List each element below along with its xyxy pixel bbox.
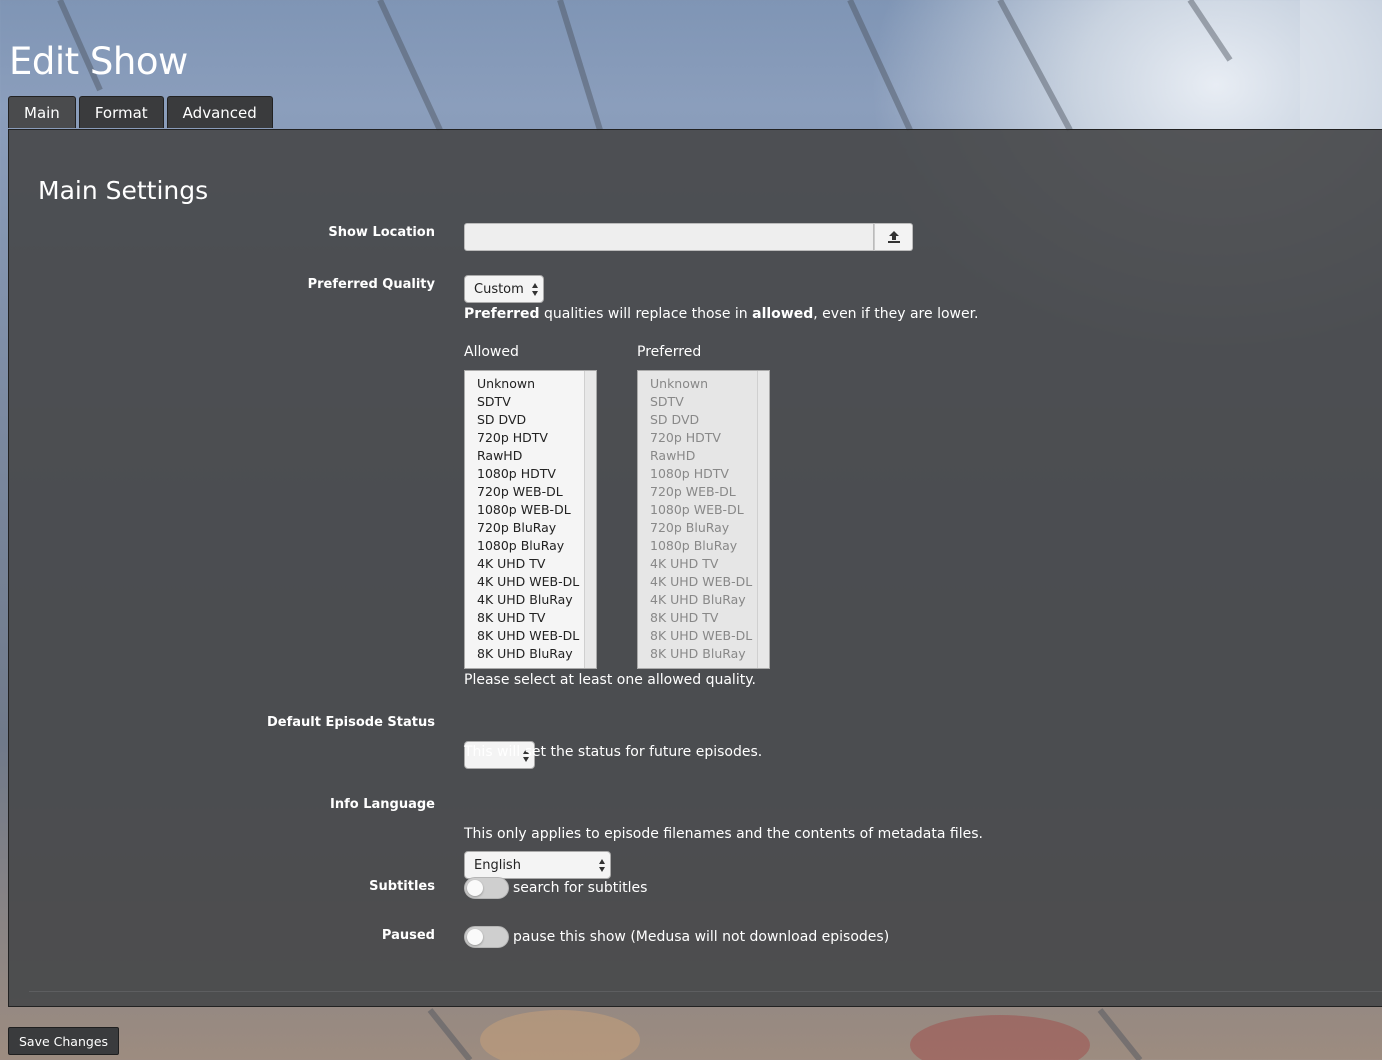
save-changes-button[interactable]: Save Changes xyxy=(8,1027,120,1055)
help-text-end: , even if they are lower. xyxy=(813,306,979,322)
upload-icon xyxy=(887,231,900,243)
tab-format[interactable]: Format xyxy=(78,96,164,128)
info-language-label: Info Language xyxy=(330,797,435,812)
help-text-mid: qualities will replace those in xyxy=(539,306,753,322)
help-bold-allowed: allowed xyxy=(752,306,814,322)
info-language-value: English xyxy=(474,857,521,873)
allowed-quality-option[interactable]: 4K UHD TV xyxy=(477,555,596,573)
show-location-input[interactable] xyxy=(464,223,874,251)
allowed-quality-option[interactable]: RawHD xyxy=(477,447,596,465)
preferred-quality-option: 1080p BluRay xyxy=(650,538,738,553)
allowed-quality-option[interactable]: 1080p BluRay xyxy=(477,537,596,555)
preferred-quality-option: 8K UHD BluRay xyxy=(650,646,746,661)
allowed-qualities-list[interactable]: Unknown SDTV SD DVD 720p HDTV RawHD 1080p HDT… xyxy=(464,370,597,669)
tab-main[interactable]: Main xyxy=(8,96,76,128)
select-arrows-icon xyxy=(599,859,605,872)
preferred-quality-option: 4K UHD TV xyxy=(650,556,719,571)
main-settings-panel: Main Settings Show Location Preferred Qu… xyxy=(8,129,1382,1007)
preferred-quality-option: 8K UHD TV xyxy=(650,610,719,625)
paused-toggle[interactable] xyxy=(464,926,509,948)
preferred-quality-label: Preferred Quality xyxy=(307,277,435,292)
allowed-quality-option[interactable]: SDTV xyxy=(477,393,596,411)
preferred-quality-option: 4K UHD BluRay xyxy=(650,592,746,607)
preferred-list-scrollbar xyxy=(757,371,769,668)
subtitles-label: Subtitles xyxy=(369,879,435,894)
allowed-quality-option[interactable]: 1080p WEB-DL xyxy=(477,501,596,519)
select-arrows-icon xyxy=(532,283,538,296)
preferred-heading: Preferred xyxy=(637,344,702,360)
preferred-quality-help: Preferred qualities will replace those i… xyxy=(464,306,979,322)
preferred-quality-option: Unknown xyxy=(650,376,709,391)
preferred-quality-option: 720p HDTV xyxy=(650,430,721,445)
paused-label: Paused xyxy=(381,928,435,943)
browse-button[interactable] xyxy=(874,223,913,251)
preferred-quality-option: 720p BluRay xyxy=(650,520,730,535)
section-title: Main Settings xyxy=(38,176,209,205)
allowed-quality-option[interactable]: 1080p HDTV xyxy=(477,465,596,483)
subtitles-toggle[interactable] xyxy=(464,877,509,899)
preferred-quality-option: RawHD xyxy=(650,448,696,463)
preferred-quality-option: SDTV xyxy=(650,394,684,409)
allowed-quality-option[interactable]: 720p HDTV xyxy=(477,429,596,447)
show-location-group xyxy=(464,223,913,251)
allowed-quality-option[interactable]: Unknown xyxy=(477,375,596,393)
preferred-qualities-list: Unknown SDTV SD DVD 720p HDTV RawHD 1080p HDT… xyxy=(637,370,770,669)
help-bold-preferred: Preferred xyxy=(464,306,540,322)
allowed-quality-option[interactable]: 720p WEB-DL xyxy=(477,483,596,501)
default-episode-status-help: This will set the status for future epis… xyxy=(464,744,763,760)
tab-advanced[interactable]: Advanced xyxy=(166,96,273,128)
tab-bar: Main Format Advanced xyxy=(8,96,273,128)
preferred-quality-option: SD DVD xyxy=(650,412,700,427)
quality-warning: Please select at least one allowed quali… xyxy=(464,672,756,688)
preferred-quality-option: 4K UHD WEB-DL xyxy=(650,574,753,589)
default-episode-status-label: Default Episode Status xyxy=(266,715,435,730)
allowed-quality-option[interactable]: 4K UHD BluRay xyxy=(477,591,596,609)
allowed-list-scrollbar[interactable] xyxy=(584,371,596,668)
info-language-help: This only applies to episode filenames a… xyxy=(464,826,983,842)
toggle-knob xyxy=(467,880,483,896)
allowed-quality-option[interactable]: 720p BluRay xyxy=(477,519,596,537)
preferred-quality-option: 1080p WEB-DL xyxy=(650,502,744,517)
allowed-quality-option[interactable]: 8K UHD TV xyxy=(477,609,596,627)
preferred-quality-option: 720p WEB-DL xyxy=(650,484,736,499)
allowed-quality-option[interactable]: SD DVD xyxy=(477,411,596,429)
subtitles-toggle-text: search for subtitles xyxy=(513,880,648,896)
allowed-quality-option[interactable]: 8K UHD WEB-DL xyxy=(477,627,596,645)
page-title: Edit Show xyxy=(9,40,188,83)
panel-divider xyxy=(29,991,1382,992)
allowed-quality-option[interactable]: 4K UHD WEB-DL xyxy=(477,573,596,591)
show-location-label: Show Location xyxy=(328,225,435,240)
info-language-select[interactable]: English xyxy=(464,851,611,879)
preferred-quality-option: 8K UHD WEB-DL xyxy=(650,628,753,643)
paused-toggle-text: pause this show (Medusa will not downloa… xyxy=(513,929,890,945)
allowed-heading: Allowed xyxy=(464,344,519,360)
allowed-quality-option[interactable]: 8K UHD BluRay xyxy=(477,645,596,663)
preferred-quality-option: 1080p HDTV xyxy=(650,466,729,481)
quality-preset-select[interactable]: Custom xyxy=(464,275,544,303)
quality-preset-value: Custom xyxy=(474,281,524,297)
toggle-knob xyxy=(467,929,483,945)
